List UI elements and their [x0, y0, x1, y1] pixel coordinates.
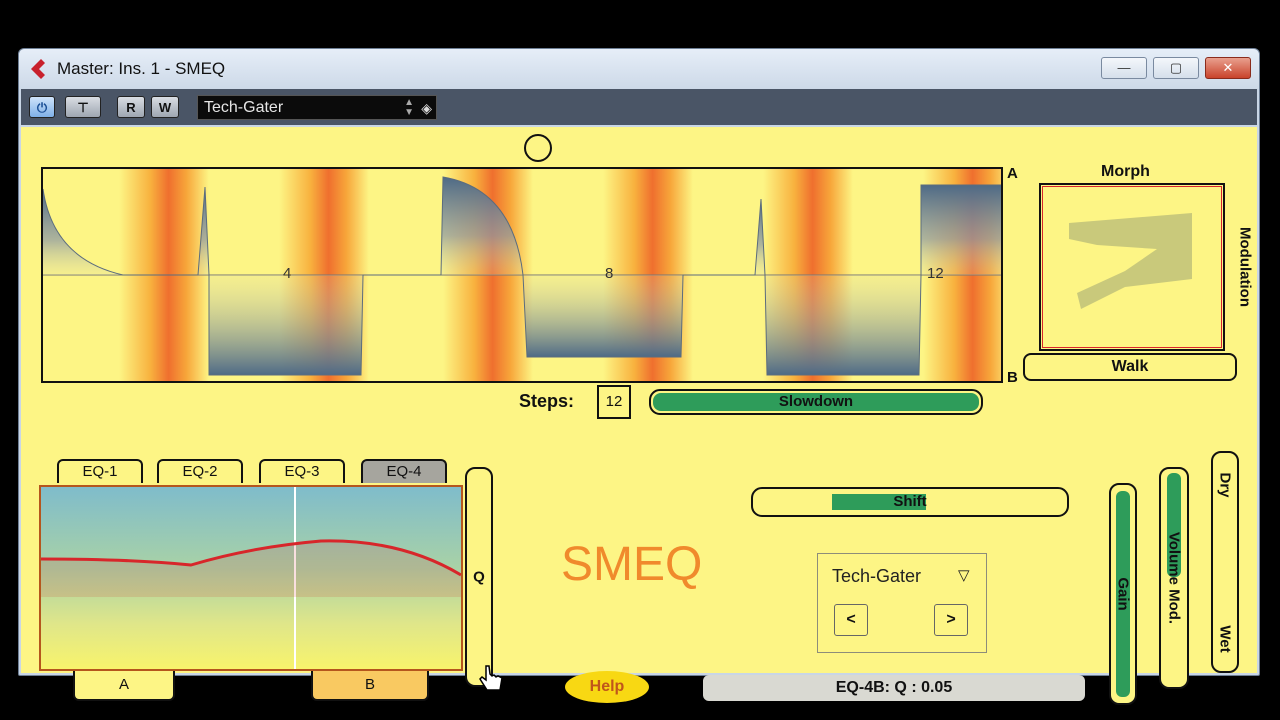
- eq-curve-display[interactable]: [39, 485, 463, 671]
- eq-b-button[interactable]: B: [311, 671, 429, 701]
- shift-label: Shift: [893, 493, 927, 510]
- gain-slider[interactable]: Gain: [1109, 483, 1137, 705]
- wet-label-box: Wet: [1211, 617, 1239, 661]
- walk-button[interactable]: Walk: [1023, 353, 1237, 381]
- dry-wet-slider[interactable]: Dry Wet: [1211, 451, 1239, 673]
- step-marker-8: 8: [605, 265, 614, 282]
- plugin-window: Master: Ins. 1 - SMEQ — ▢ ✕ ⏻ ⊤ R W Tech…: [18, 48, 1260, 705]
- q-slider[interactable]: Q: [465, 467, 493, 687]
- preset-menu-icon[interactable]: ◈: [421, 96, 432, 120]
- status-readout: EQ-4B: Q : 0.05: [703, 675, 1085, 701]
- steps-label: Steps:: [519, 391, 575, 411]
- step-sequence-display[interactable]: 4 8 12: [41, 167, 1003, 383]
- preset-field[interactable]: Tech-Gater ▲ ▼ ◈: [197, 95, 437, 120]
- morph-title: Morph: [1101, 163, 1150, 180]
- step-sequence-graph: [43, 169, 1001, 381]
- tab-eq-3[interactable]: EQ-3: [259, 459, 345, 483]
- wet-label: Wet: [1216, 625, 1234, 653]
- smeq-panel: 4 8 12 A B Morph Modulation Walk Steps: …: [21, 127, 1257, 705]
- preset-name: Tech-Gater: [204, 99, 284, 116]
- close-button[interactable]: ✕: [1205, 57, 1251, 79]
- step-position-knob[interactable]: [524, 134, 552, 162]
- morph-path-shape: [1069, 213, 1192, 309]
- tab-eq-1[interactable]: EQ-1: [57, 459, 143, 483]
- plugin-toolbar: ⏻ ⊤ R W Tech-Gater ▲ ▼ ◈: [21, 89, 1257, 125]
- previous-preset-button[interactable]: <: [834, 604, 868, 636]
- title-bar[interactable]: Master: Ins. 1 - SMEQ — ▢ ✕: [19, 49, 1259, 89]
- q-label: Q: [473, 568, 485, 586]
- morph-pad[interactable]: [1039, 183, 1225, 351]
- dry-label-box: Dry: [1211, 463, 1239, 507]
- bypass-button[interactable]: ⊤: [65, 96, 101, 118]
- cubase-logo-icon: [31, 59, 45, 79]
- preset-selector: Tech-Gater ▽ < >: [817, 553, 987, 653]
- shift-slider[interactable]: Shift: [751, 487, 1069, 517]
- gain-label: Gain: [1114, 577, 1132, 611]
- power-button[interactable]: ⏻: [29, 96, 55, 118]
- dry-label: Dry: [1216, 472, 1234, 498]
- preset-stepper-icon[interactable]: ▲ ▼: [404, 98, 414, 118]
- walk-label: Walk: [1111, 358, 1149, 375]
- volume-mod-label: Volume Mod.: [1165, 531, 1183, 625]
- dropdown-arrow-icon[interactable]: ▽: [958, 566, 970, 584]
- eq-a-button[interactable]: A: [73, 671, 175, 701]
- eq-curve-graph: [41, 487, 461, 669]
- next-preset-button[interactable]: >: [934, 604, 968, 636]
- tab-eq-2[interactable]: EQ-2: [157, 459, 243, 483]
- window-title: Master: Ins. 1 - SMEQ: [57, 59, 226, 78]
- hand-cursor-icon: [479, 665, 503, 691]
- steps-value-field[interactable]: 12: [597, 385, 631, 419]
- slowdown-label: Slowdown: [778, 393, 854, 410]
- corner-label-a: A: [1007, 165, 1018, 182]
- write-automation-button[interactable]: W: [151, 96, 179, 118]
- slowdown-slider[interactable]: Slowdown: [649, 389, 983, 415]
- smeq-logo-text: SMEQ: [561, 538, 703, 591]
- modulation-label: Modulation: [1236, 227, 1254, 307]
- maximize-button[interactable]: ▢: [1153, 57, 1199, 79]
- step-marker-4: 4: [283, 265, 292, 282]
- modulation-axis-label: Modulation: [1233, 183, 1257, 351]
- step-marker-12: 12: [927, 265, 944, 282]
- corner-label-b: B: [1007, 369, 1018, 386]
- minimize-button[interactable]: —: [1101, 57, 1147, 79]
- volume-mod-slider[interactable]: Volume Mod.: [1159, 467, 1189, 689]
- read-automation-button[interactable]: R: [117, 96, 145, 118]
- tab-eq-4[interactable]: EQ-4: [361, 459, 447, 483]
- help-button[interactable]: Help: [565, 671, 649, 703]
- preset-selector-name[interactable]: Tech-Gater: [832, 566, 921, 587]
